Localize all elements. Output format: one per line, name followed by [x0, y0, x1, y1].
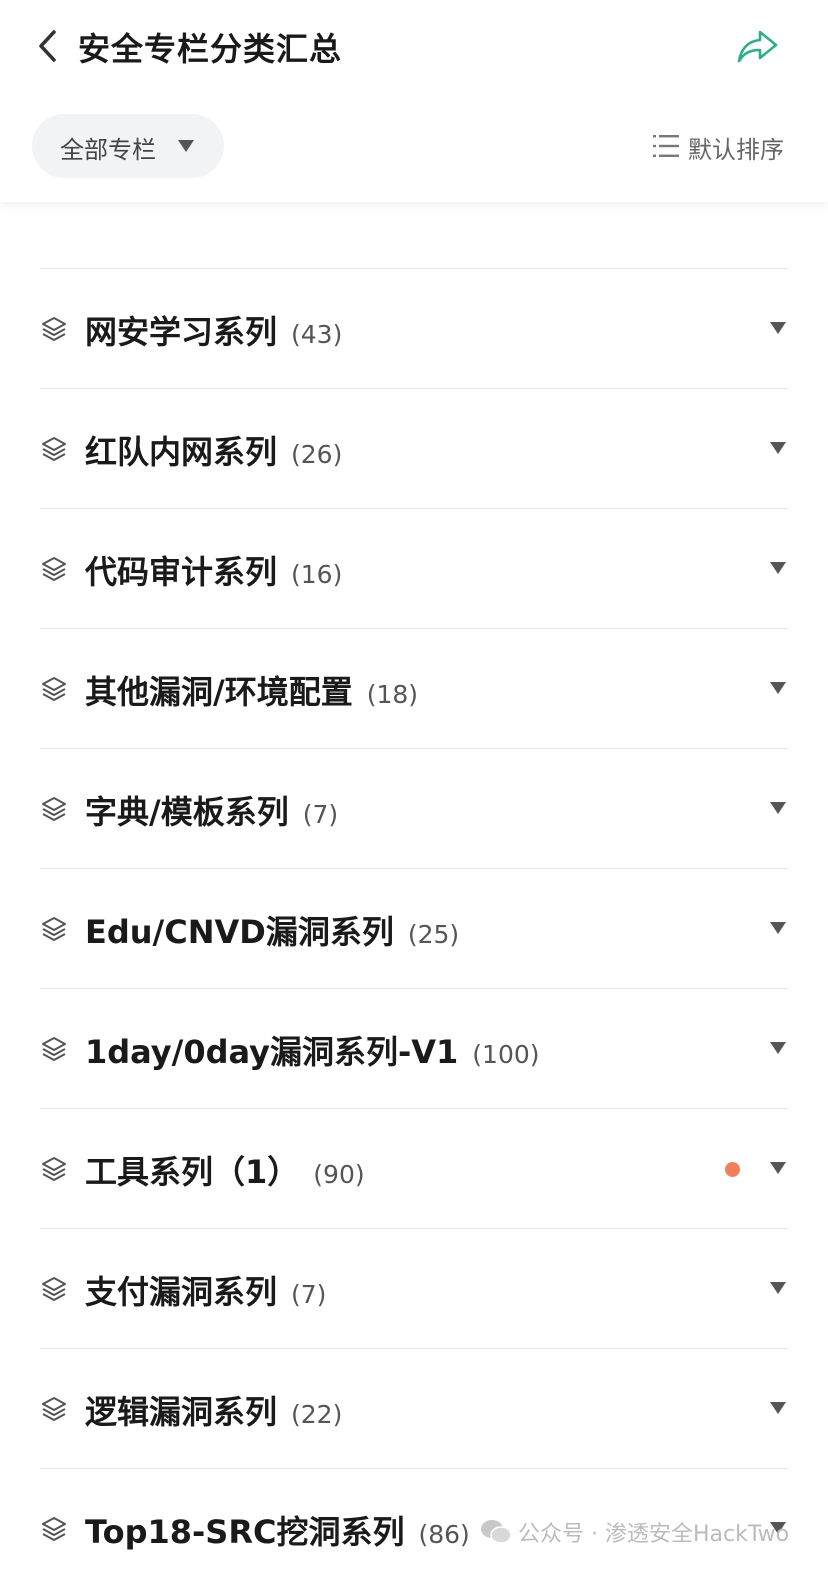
caret-down-icon[interactable]	[770, 922, 786, 935]
wechat-icon	[481, 1520, 512, 1544]
list-item-count: (22)	[291, 1400, 343, 1429]
layers-icon	[42, 317, 66, 341]
share-icon[interactable]	[736, 26, 780, 66]
list-item[interactable]: 字典/模板系列 (7)	[40, 748, 788, 869]
list-item[interactable]: 1day/0day漏洞系列-V1 (100)	[40, 988, 788, 1109]
list-item-title: Top18-SRC挖洞系列	[85, 1513, 405, 1551]
list-item[interactable]: 逻辑漏洞系列 (22)	[40, 1348, 788, 1469]
caret-down-icon[interactable]	[770, 1042, 786, 1055]
layers-icon	[42, 677, 66, 701]
list-item[interactable]: 代码审计系列 (16)	[40, 508, 788, 629]
caret-down-icon[interactable]	[770, 1402, 786, 1415]
layers-icon	[42, 797, 66, 821]
list-item-count: (26)	[291, 440, 343, 469]
caret-down-icon[interactable]	[770, 562, 786, 575]
sort-button[interactable]: 默认排序	[688, 130, 784, 165]
list-item[interactable]: 网安学习系列 (43)	[40, 268, 788, 389]
list-item-title: 1day/0day漏洞系列-V1	[85, 1033, 459, 1071]
list-item-count: (100)	[472, 1040, 540, 1069]
column-filter-dropdown[interactable]: 全部专栏	[32, 114, 224, 178]
caret-down-icon[interactable]	[770, 322, 786, 335]
back-chevron-icon[interactable]	[34, 28, 62, 64]
list-item-title: 其他漏洞/环境配置	[85, 673, 353, 711]
list-item-title: 逻辑漏洞系列	[85, 1393, 278, 1431]
layers-icon	[42, 1517, 66, 1541]
caret-down-icon	[178, 140, 194, 152]
list-item-count: (43)	[291, 320, 343, 349]
layers-icon	[42, 917, 66, 941]
layers-icon	[42, 1397, 66, 1421]
list-item[interactable]: 其他漏洞/环境配置 (18)	[40, 628, 788, 749]
list-item-count: (25)	[407, 920, 460, 949]
layers-icon	[42, 1157, 66, 1181]
caret-down-icon[interactable]	[770, 802, 786, 815]
list-item-title: 代码审计系列	[85, 553, 278, 591]
list-item[interactable]: Edu/CNVD漏洞系列 (25)	[40, 868, 788, 989]
list-item-title: 字典/模板系列	[85, 793, 289, 831]
caret-down-icon[interactable]	[770, 442, 786, 455]
watermark-text: 公众号 · 渗透安全HackTwo	[518, 1522, 790, 1547]
list-item[interactable]: 支付漏洞系列 (7)	[40, 1228, 788, 1349]
layers-icon	[42, 1277, 66, 1301]
caret-down-icon[interactable]	[770, 682, 786, 695]
list-item-count: (16)	[291, 560, 343, 589]
unread-dot	[725, 1162, 740, 1177]
list-item-title: 网安学习系列	[85, 313, 278, 351]
column-list: 网安学习系列 (43) 红队内网系列 (26) 代码审计系列 (16) 其他漏洞/环境…	[0, 0, 828, 1565]
page-title: 安全专栏分类汇总	[78, 30, 343, 68]
list-item-title: 支付漏洞系列	[85, 1273, 278, 1311]
watermark: 公众号 · 渗透安全HackTwo	[480, 1514, 789, 1550]
top-bar: 安全专栏分类汇总 全部专栏 默认排序	[0, 0, 828, 202]
list-sort-icon[interactable]	[652, 132, 680, 160]
caret-down-icon[interactable]	[770, 1282, 786, 1295]
filter-label: 全部专栏	[60, 136, 156, 164]
list-item-count: (7)	[291, 1280, 327, 1309]
layers-icon	[42, 557, 66, 581]
list-item-count: (7)	[302, 800, 339, 829]
list-item-count: (86)	[418, 1520, 470, 1549]
layers-icon	[42, 1037, 66, 1061]
list-item-count: (18)	[366, 680, 419, 709]
layers-icon	[42, 437, 66, 461]
caret-down-icon[interactable]	[770, 1162, 786, 1175]
list-item[interactable]: 工具系列（1） (90)	[40, 1108, 788, 1229]
list-item-title: Edu/CNVD漏洞系列	[85, 913, 394, 951]
list-item-title: 工具系列（1）	[85, 1153, 300, 1191]
list-item-title: 红队内网系列	[85, 433, 278, 471]
list-item-count: (90)	[313, 1160, 365, 1189]
list-item[interactable]: 红队内网系列 (26)	[40, 388, 788, 509]
